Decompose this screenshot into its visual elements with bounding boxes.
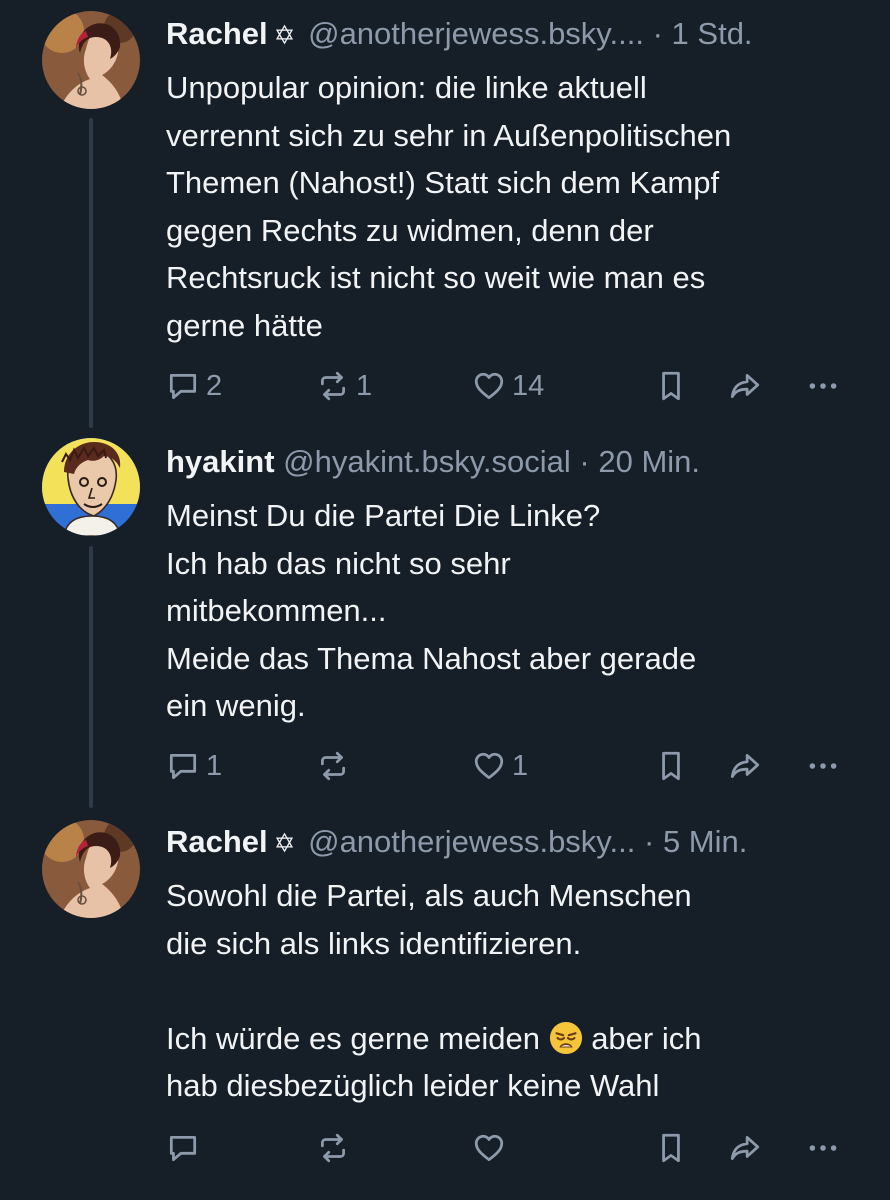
avatar[interactable] — [42, 11, 140, 109]
repost-count: 1 — [356, 369, 373, 402]
avatar-image — [42, 820, 140, 918]
repost-button[interactable] — [316, 1128, 356, 1168]
like-count: 1 — [512, 749, 529, 782]
separator-dot: · — [643, 824, 655, 859]
author-handle[interactable]: @hyakint.bsky.social — [283, 444, 571, 479]
text-line: verrennt sich zu sehr in Außenpolitische… — [166, 117, 732, 153]
repost-button[interactable]: 1 — [316, 366, 372, 406]
more-icon — [806, 369, 840, 403]
more-options-button[interactable] — [806, 746, 840, 786]
reply-icon — [166, 369, 200, 403]
more-icon — [806, 1131, 840, 1165]
reply-icon — [166, 1131, 200, 1165]
post-2[interactable]: hyakint @hyakint.bsky.social · 20 Min. M… — [0, 428, 890, 808]
repost-icon — [316, 369, 350, 403]
more-options-button[interactable] — [806, 366, 840, 406]
text-line: Themen (Nahost!) Statt sich dem Kampf — [166, 165, 720, 200]
post-text: Meinst Du die Partei Die Linke? Ich hab … — [166, 492, 860, 730]
post-text: Unpopular opinion: die linke aktuell ver… — [166, 64, 860, 349]
post-actions — [166, 1128, 860, 1168]
text-segment: Ich würde es gerne meiden — [166, 1020, 540, 1056]
text-line: die sich als links identifizieren. — [166, 925, 582, 961]
star-of-david-icon: ✡ — [273, 828, 296, 858]
reply-count: 1 — [206, 749, 223, 782]
avatar-image — [42, 11, 140, 109]
separator-dot: · — [652, 16, 663, 51]
reply-count: 2 — [206, 369, 223, 402]
post-actions: 2 1 14 — [166, 366, 860, 406]
like-count: 14 — [512, 369, 545, 402]
text-line: gerne hätte — [166, 307, 323, 343]
post-header: Rachel ✡ @anotherjewess.bsky... · 5 Min. — [166, 822, 860, 863]
avatar[interactable] — [42, 820, 140, 918]
text-line: Ich hab das nicht so sehr — [166, 545, 511, 581]
separator-dot: · — [579, 444, 590, 479]
text-segment: aber ich — [591, 1020, 702, 1056]
avatar[interactable] — [42, 438, 140, 536]
like-button[interactable] — [472, 1128, 512, 1168]
thread-line — [89, 546, 93, 808]
text-line-empty — [166, 967, 860, 1015]
reply-button[interactable] — [166, 1128, 206, 1168]
text-line: Rechtsruck ist nicht so weit wie man es — [166, 260, 706, 295]
post-3[interactable]: Rachel ✡ @anotherjewess.bsky... · 5 Min. … — [0, 808, 890, 1200]
reply-button[interactable]: 1 — [166, 746, 222, 786]
text-line: ein wenig. — [166, 688, 306, 723]
text-line: mitbekommen... — [166, 593, 387, 628]
post-timestamp[interactable]: 20 Min. — [598, 444, 700, 479]
author-name[interactable]: hyakint — [166, 444, 275, 479]
repost-icon — [316, 749, 350, 783]
author-name[interactable]: Rachel — [166, 16, 268, 51]
reply-button[interactable]: 2 — [166, 366, 222, 406]
repost-button[interactable] — [316, 746, 356, 786]
post-actions: 1 1 — [166, 746, 860, 786]
bookmark-icon — [654, 369, 688, 403]
more-icon — [806, 749, 840, 783]
bookmark-icon — [654, 1131, 688, 1165]
avatar-image — [42, 438, 140, 536]
share-button[interactable] — [728, 746, 762, 786]
text-line: Sowohl die Partei, als auch Menschen — [166, 878, 692, 913]
like-icon — [472, 749, 506, 783]
text-line: hab diesbezüglich leider keine Wahl — [166, 1068, 660, 1103]
text-line: Meinst Du die Partei Die Linke? — [166, 498, 601, 533]
star-of-david-icon: ✡ — [273, 20, 296, 50]
bookmark-icon — [654, 749, 688, 783]
post-1[interactable]: Rachel ✡ @anotherjewess.bsky.... · 1 Std.… — [0, 0, 890, 428]
share-button[interactable] — [728, 1128, 762, 1168]
repost-icon — [316, 1131, 350, 1165]
post-header: Rachel ✡ @anotherjewess.bsky.... · 1 Std. — [166, 14, 860, 55]
share-icon — [728, 369, 762, 403]
like-icon — [472, 369, 506, 403]
post-text: Sowohl die Partei, als auch Menschen die… — [166, 872, 860, 1110]
text-line: gegen Rechts zu widmen, denn der — [166, 212, 654, 248]
share-icon — [728, 749, 762, 783]
share-icon — [728, 1131, 762, 1165]
bookmark-button[interactable] — [654, 746, 688, 786]
post-timestamp[interactable]: 5 Min. — [663, 824, 747, 859]
text-line: Unpopular opinion: die linke aktuell — [166, 70, 647, 105]
text-line: Meide das Thema Nahost aber gerade — [166, 640, 697, 676]
bookmark-button[interactable] — [654, 1128, 688, 1168]
thread-line — [89, 118, 93, 428]
author-handle[interactable]: @anotherjewess.bsky.... — [308, 16, 644, 51]
text-line: Ich würde es gerne meiden aber ich — [166, 1015, 860, 1063]
like-icon — [472, 1131, 506, 1165]
share-button[interactable] — [728, 366, 762, 406]
post-timestamp[interactable]: 1 Std. — [672, 16, 753, 51]
weary-face-emoji-icon — [549, 1021, 582, 1054]
more-options-button[interactable] — [806, 1128, 840, 1168]
like-button[interactable]: 1 — [472, 746, 528, 786]
author-handle[interactable]: @anotherjewess.bsky... — [308, 824, 635, 859]
like-button[interactable]: 14 — [472, 366, 544, 406]
post-header: hyakint @hyakint.bsky.social · 20 Min. — [166, 442, 860, 482]
bookmark-button[interactable] — [654, 366, 688, 406]
reply-icon — [166, 749, 200, 783]
author-name[interactable]: Rachel — [166, 824, 268, 859]
